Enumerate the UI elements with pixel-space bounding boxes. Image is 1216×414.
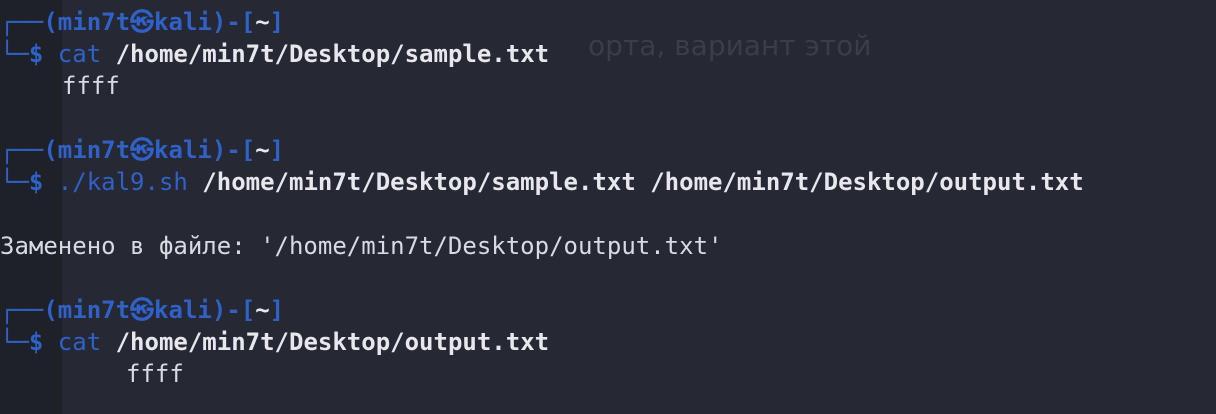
prompt-frame-mid: )-[ bbox=[211, 136, 256, 164]
prompt-dir: ~ bbox=[255, 296, 270, 324]
command-output: ffff bbox=[62, 72, 120, 100]
prompt-host: kali bbox=[154, 296, 212, 324]
prompt-frame-bottom: └─$ bbox=[0, 328, 58, 356]
prompt-user: min7t bbox=[57, 296, 131, 324]
kali-at-icon: ㉿ bbox=[130, 136, 155, 164]
prompt-frame-close: ] bbox=[269, 8, 285, 36]
background-ghost-text: орта, вариант этой bbox=[588, 29, 872, 62]
prompt-frame-top: ┌──( bbox=[0, 136, 58, 164]
command-name: cat bbox=[57, 40, 102, 68]
prompt-frame-bottom: └─$ bbox=[0, 168, 58, 196]
prompt-dir: ~ bbox=[255, 136, 270, 164]
command-args: /home/min7t/Desktop/sample.txt bbox=[115, 40, 550, 68]
prompt-frame-bottom: └─$ bbox=[0, 40, 58, 68]
prompt-user: min7t bbox=[57, 136, 131, 164]
prompt-line: ┌──(min7t㉿kali)-[~] bbox=[0, 134, 284, 166]
command-line: └─$ cat /home/min7t/Desktop/sample.txt bbox=[0, 38, 549, 70]
prompt-line: ┌──(min7t㉿kali)-[~] bbox=[0, 6, 284, 38]
prompt-host: kali bbox=[154, 8, 212, 36]
command-output: Заменено в файле: '/home/min7t/Desktop/o… bbox=[0, 232, 723, 260]
command-args: /home/min7t/Desktop/output.txt bbox=[115, 328, 550, 356]
terminal-window[interactable]: орта, вариант этой ┌──(min7t㉿kali)-[~] └… bbox=[0, 0, 1216, 414]
prompt-dir: ~ bbox=[255, 8, 270, 36]
prompt-user: min7t bbox=[57, 8, 131, 36]
kali-at-icon: ㉿ bbox=[130, 8, 155, 36]
command-line: └─$ cat /home/min7t/Desktop/output.txt bbox=[0, 326, 549, 358]
command-args: /home/min7t/Desktop/sample.txt /home/min… bbox=[202, 168, 1084, 196]
prompt-frame-mid: )-[ bbox=[211, 8, 256, 36]
command-output: ffff bbox=[126, 360, 184, 388]
prompt-frame-close: ] bbox=[269, 296, 285, 324]
command-name: cat bbox=[57, 328, 102, 356]
prompt-host: kali bbox=[154, 136, 212, 164]
command-name: ./kal9.sh bbox=[57, 168, 188, 196]
prompt-line: ┌──(min7t㉿kali)-[~] bbox=[0, 294, 284, 326]
prompt-frame-top: ┌──( bbox=[0, 8, 58, 36]
prompt-frame-close: ] bbox=[269, 136, 285, 164]
command-line: └─$ ./kal9.sh /home/min7t/Desktop/sample… bbox=[0, 166, 1084, 198]
kali-at-icon: ㉿ bbox=[130, 296, 155, 324]
prompt-frame-mid: )-[ bbox=[211, 296, 256, 324]
prompt-frame-top: ┌──( bbox=[0, 296, 58, 324]
